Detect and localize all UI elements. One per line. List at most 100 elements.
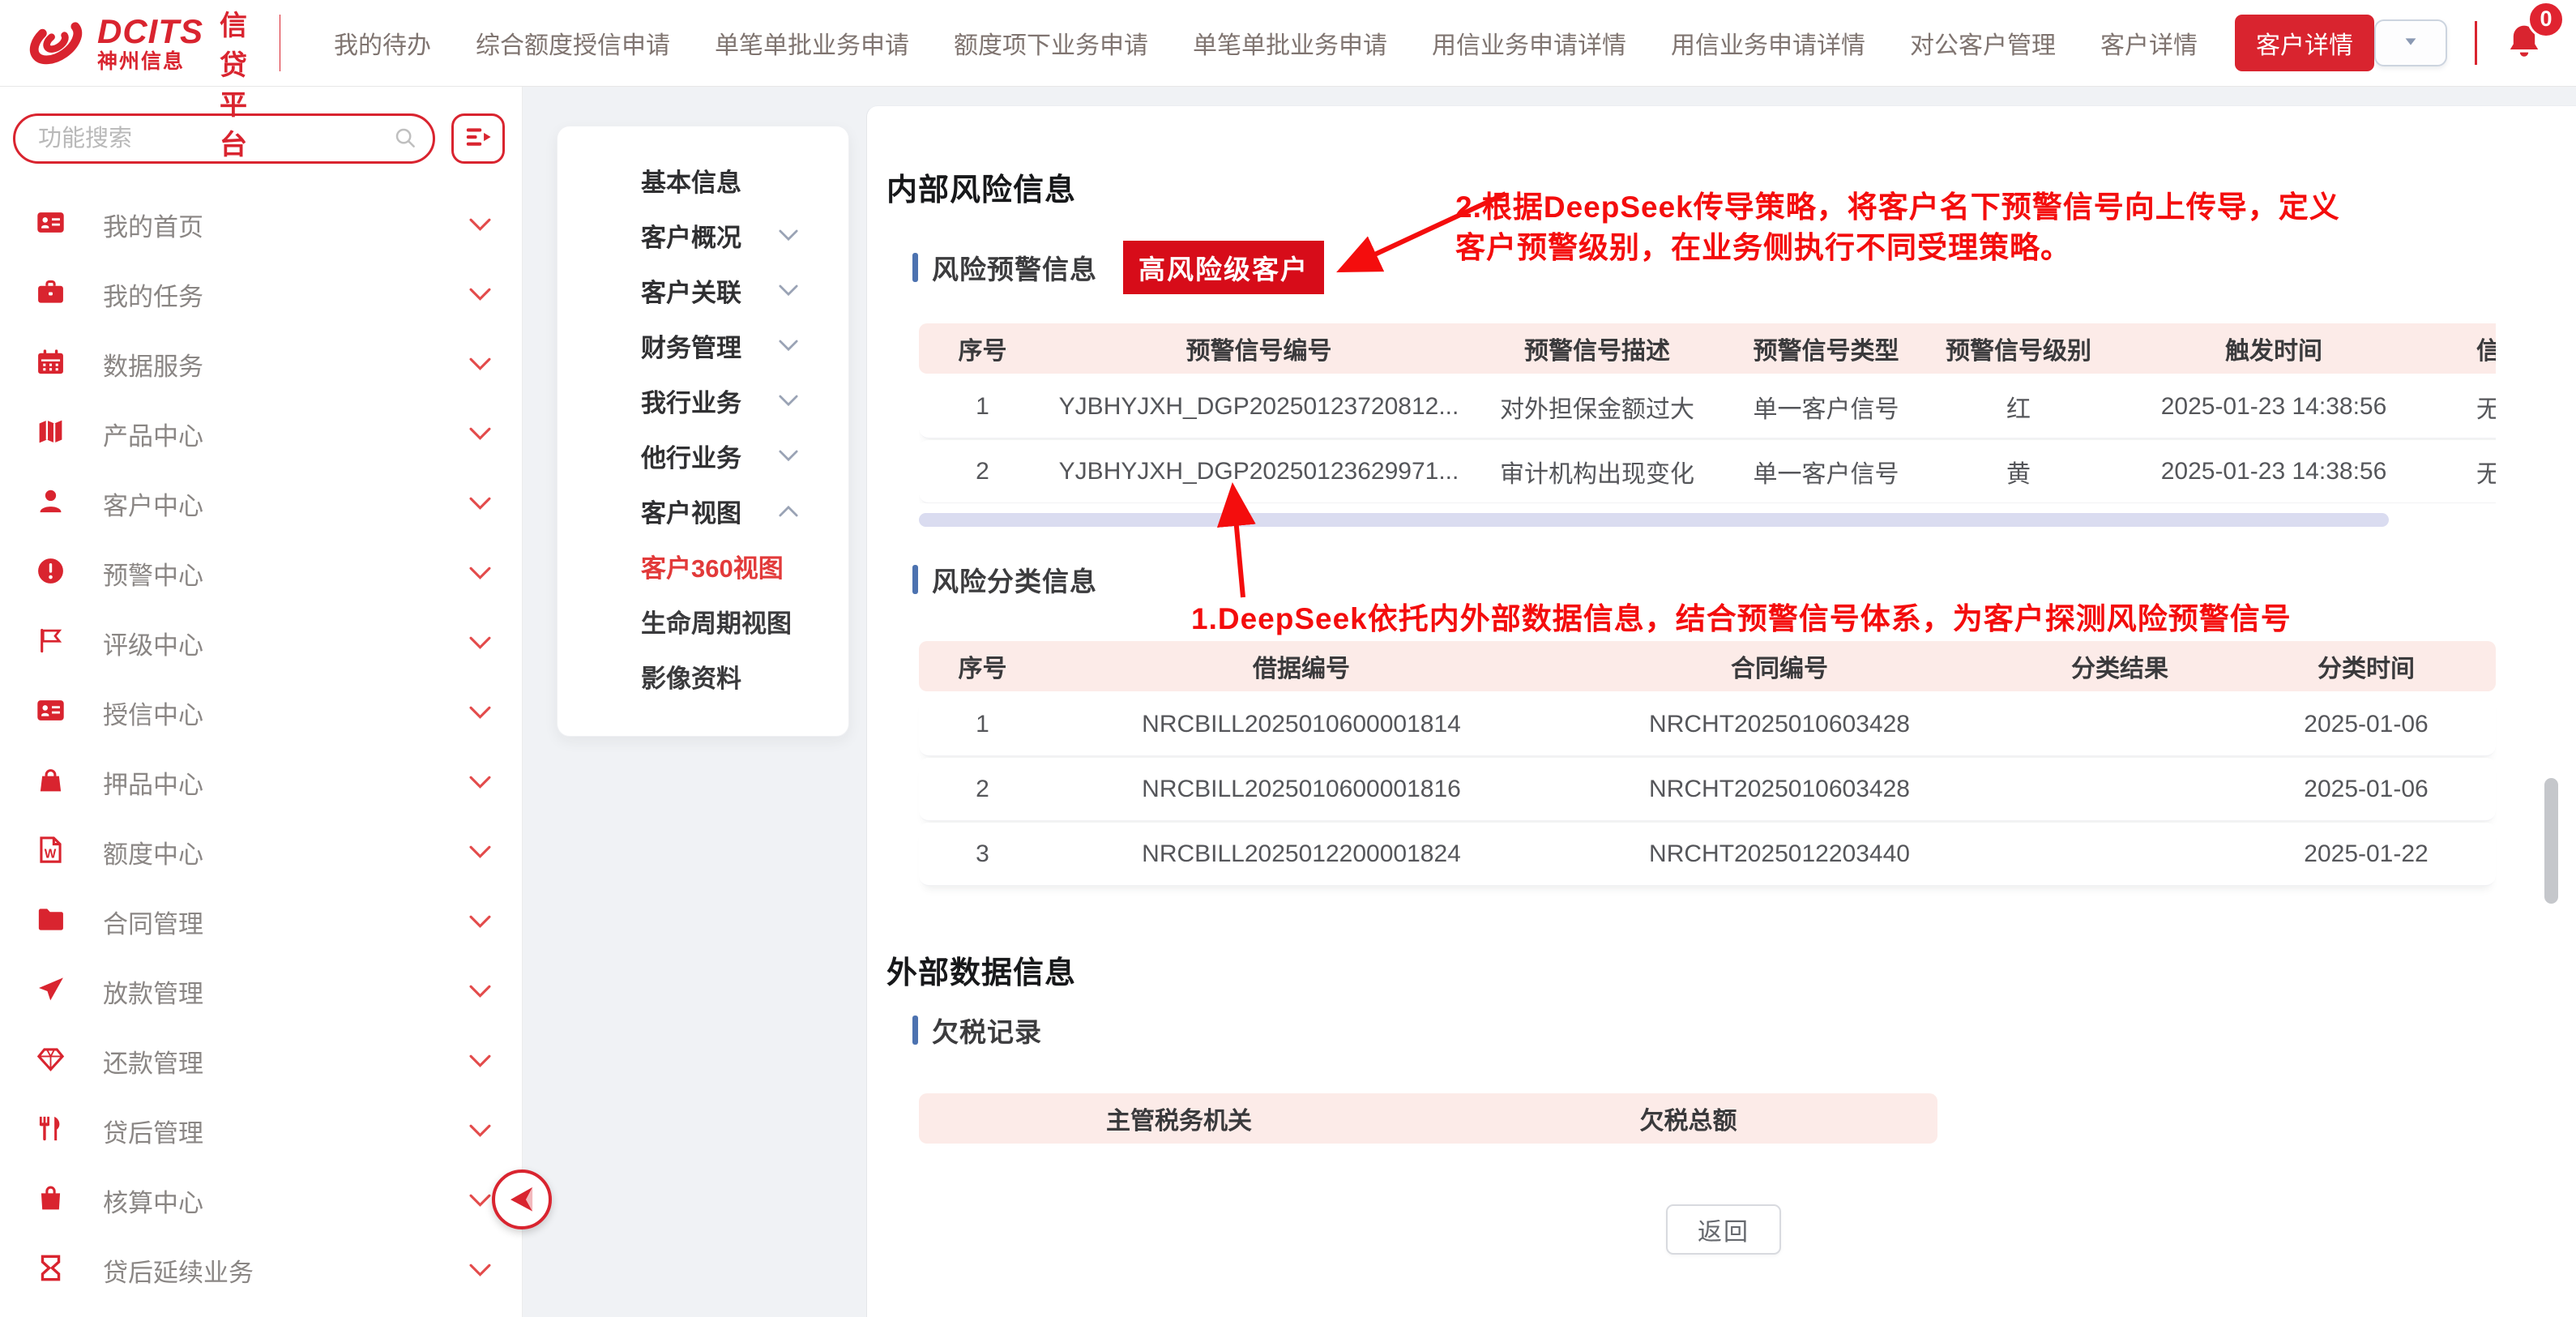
- hourglass-icon: [36, 1253, 66, 1287]
- vertical-scrollbar[interactable]: [2544, 778, 2558, 904]
- left-sidebar: 我的首页 我的任务 数据服务 产品中心 客户中心: [0, 87, 523, 1317]
- sidebar-item-my-home[interactable]: 我的首页: [0, 190, 522, 259]
- idcard-icon: [36, 207, 66, 242]
- internal-risk-title: 内部风险信息: [886, 165, 1076, 209]
- briefcase-icon: [36, 277, 66, 311]
- nav-tab-my-todo[interactable]: 我的待办: [334, 25, 431, 61]
- risk-warning-section-label: 风险预警信息: [932, 248, 1097, 287]
- sidebar-item-post-loan-mgmt[interactable]: 贷后管理: [0, 1096, 522, 1165]
- hamburger-arrow-icon: [464, 123, 492, 155]
- submenu-item-lifecycle-view[interactable]: 生命周期视图: [557, 593, 848, 648]
- table-header-row: 序号 借据编号 合同编号 分类结果 分类时间: [919, 641, 2496, 691]
- sidebar-item-customer-center[interactable]: 客户中心: [0, 468, 522, 538]
- nav-tab-corp-customer-mgmt[interactable]: 对公客户管理: [1910, 25, 2056, 61]
- chevron-down-icon: [469, 636, 491, 650]
- annotation-note-1: 1.DeepSeek依托内外部数据信息，结合预警信号体系，为客户探测风险预警信号: [1191, 599, 2292, 639]
- submenu-item-basic-info[interactable]: 基本信息: [557, 152, 848, 207]
- sidebar-item-collateral-center[interactable]: 押品中心: [0, 747, 522, 817]
- section-bar: [912, 565, 918, 594]
- brand-company-sub: 神州信息: [97, 52, 203, 72]
- section-bar: [912, 1016, 918, 1045]
- sidebar-item-warning-center[interactable]: 预警中心: [0, 538, 522, 608]
- submenu-item-image-files[interactable]: 影像资料: [557, 648, 848, 703]
- chevron-down-icon: [469, 1054, 491, 1068]
- user-icon[interactable]: [2571, 24, 2576, 63]
- nav-tab-single-batch-1[interactable]: 单笔单批业务申请: [715, 25, 909, 61]
- chevron-down-icon: [469, 845, 491, 859]
- chevron-down-icon: [469, 427, 491, 441]
- calendar-icon: [36, 347, 66, 381]
- map-icon: [36, 417, 66, 451]
- external-data-title: 外部数据信息: [886, 947, 1076, 992]
- submenu-item-our-bank-biz[interactable]: 我行业务: [557, 373, 848, 428]
- customer-360-risk-panel: 内部风险信息 风险预警信息 高风险级客户 2.根据DeepSeek传导策略，将客…: [866, 105, 2576, 1317]
- brand-company: DCITS: [97, 15, 203, 49]
- risk-warning-table: 序号 预警信号编号 预警信号描述 预警信号类型 预警信号级别 触发时间 信 1 …: [919, 323, 2496, 503]
- bag-icon: [36, 765, 66, 799]
- top-nav-tabs: 我的待办 综合额度授信申请 单笔单批业务申请 额度项下业务申请 单笔单批业务申请…: [334, 25, 2198, 61]
- nav-tab-credit-use-detail-2[interactable]: 用信业务申请详情: [1671, 25, 1865, 61]
- sidebar-item-contract-mgmt[interactable]: 合同管理: [0, 887, 522, 956]
- table-row[interactable]: 1 YJBHYJXH_DGP20250123720812... 对外担保金额过大…: [919, 375, 2496, 438]
- table-row[interactable]: 2 YJBHYJXH_DGP20250123629971... 审计机构出现变化…: [919, 440, 2496, 503]
- tax-arrears-table: 主管税务机关 欠税总额: [919, 1093, 1937, 1144]
- nav-tab-customer-detail[interactable]: 客户详情: [2100, 25, 2198, 61]
- tax-arrears-section-label: 欠税记录: [932, 1011, 1042, 1050]
- horizontal-scrollbar[interactable]: [919, 513, 2389, 527]
- chevron-down-icon: [779, 340, 798, 352]
- submenu-item-other-bank-biz[interactable]: 他行业务: [557, 428, 848, 483]
- notifications-button[interactable]: 0: [2505, 22, 2544, 65]
- folder-icon: [36, 904, 66, 939]
- table-row[interactable]: 2 NRCBILL2025010600001816 NRCHT202501060…: [919, 758, 2496, 821]
- submenu-item-customer-overview[interactable]: 客户概况: [557, 207, 848, 263]
- annotation-note-2: 2.根据DeepSeek传导策略，将客户名下预警信号向上传导，定义 客户预警级别…: [1455, 187, 2340, 268]
- chevron-down-icon: [469, 497, 491, 511]
- nav-tab-single-batch-2[interactable]: 单笔单批业务申请: [1193, 25, 1387, 61]
- section-bar: [912, 253, 918, 282]
- chevron-down-icon: [2400, 32, 2421, 54]
- chevron-down-icon: [779, 229, 798, 242]
- annotation-arrow-down-left-icon: [1321, 184, 1515, 285]
- chevron-down-icon: [469, 1264, 491, 1277]
- table-row[interactable]: 3 NRCBILL2025012200001824 NRCHT202501220…: [919, 823, 2496, 886]
- arrow-left-icon: [505, 1181, 539, 1219]
- sidebar-item-rating-center[interactable]: 评级中心: [0, 608, 522, 678]
- chevron-down-icon: [469, 915, 491, 929]
- sidebar-item-product-center[interactable]: 产品中心: [0, 399, 522, 468]
- menu-collapse-toggle-button[interactable]: [451, 113, 505, 164]
- dcits-swirl-logo-icon: [21, 6, 91, 80]
- nav-tab-limit-biz[interactable]: 额度项下业务申请: [954, 25, 1148, 61]
- user-icon: [36, 486, 66, 520]
- product-title: 综合信贷平台: [220, 0, 250, 162]
- submenu-item-finance-mgmt[interactable]: 财务管理: [557, 318, 848, 373]
- submenu-item-customer-360-view[interactable]: 客户360视图: [557, 538, 848, 593]
- chevron-down-icon: [469, 288, 491, 301]
- sidebar-item-accounting-center[interactable]: 核算中心: [0, 1165, 522, 1235]
- sidebar-item-loan-disbursement[interactable]: 放款管理: [0, 956, 522, 1026]
- doc-icon: W: [36, 835, 66, 869]
- nav-dropdown-button[interactable]: [2374, 19, 2447, 66]
- nav-tab-credit-use-detail-1[interactable]: 用信业务申请详情: [1432, 25, 1626, 61]
- risk-class-table: 序号 借据编号 合同编号 分类结果 分类时间 1 NRCBILL20250106…: [919, 641, 2496, 886]
- sidebar-item-limit-center[interactable]: W 额度中心: [0, 817, 522, 887]
- submenu-item-customer-relation[interactable]: 客户关联: [557, 263, 848, 318]
- table-row[interactable]: 1 NRCBILL2025010600001814 NRCHT202501060…: [919, 693, 2496, 756]
- submenu-item-customer-view[interactable]: 客户视图: [557, 483, 848, 538]
- nav-tab-customer-detail-active[interactable]: 客户详情: [2235, 15, 2374, 71]
- svg-text:W: W: [45, 848, 57, 862]
- bell-icon: [2505, 50, 2544, 64]
- plane-icon: [36, 974, 66, 1008]
- notification-count-badge: 0: [2527, 1, 2565, 38]
- sidebar-item-credit-center[interactable]: 授信中心: [0, 678, 522, 747]
- chevron-down-icon: [469, 1124, 491, 1138]
- sidebar-item-my-tasks[interactable]: 我的任务: [0, 259, 522, 329]
- alert-icon: [36, 556, 66, 590]
- customer-detail-submenu: 基本信息 客户概况 客户关联 财务管理 我行业务 他行业务: [557, 126, 849, 737]
- sidebar-collapse-button[interactable]: [492, 1169, 552, 1229]
- sidebar-item-repayment-mgmt[interactable]: 还款管理: [0, 1026, 522, 1096]
- nav-tab-credit-apply[interactable]: 综合额度授信申请: [476, 25, 670, 61]
- sidebar-item-data-services[interactable]: 数据服务: [0, 329, 522, 399]
- idcard-icon: [36, 695, 66, 729]
- back-button[interactable]: 返回: [1666, 1204, 1781, 1255]
- sidebar-item-post-loan-continuation[interactable]: 贷后延续业务: [0, 1235, 522, 1305]
